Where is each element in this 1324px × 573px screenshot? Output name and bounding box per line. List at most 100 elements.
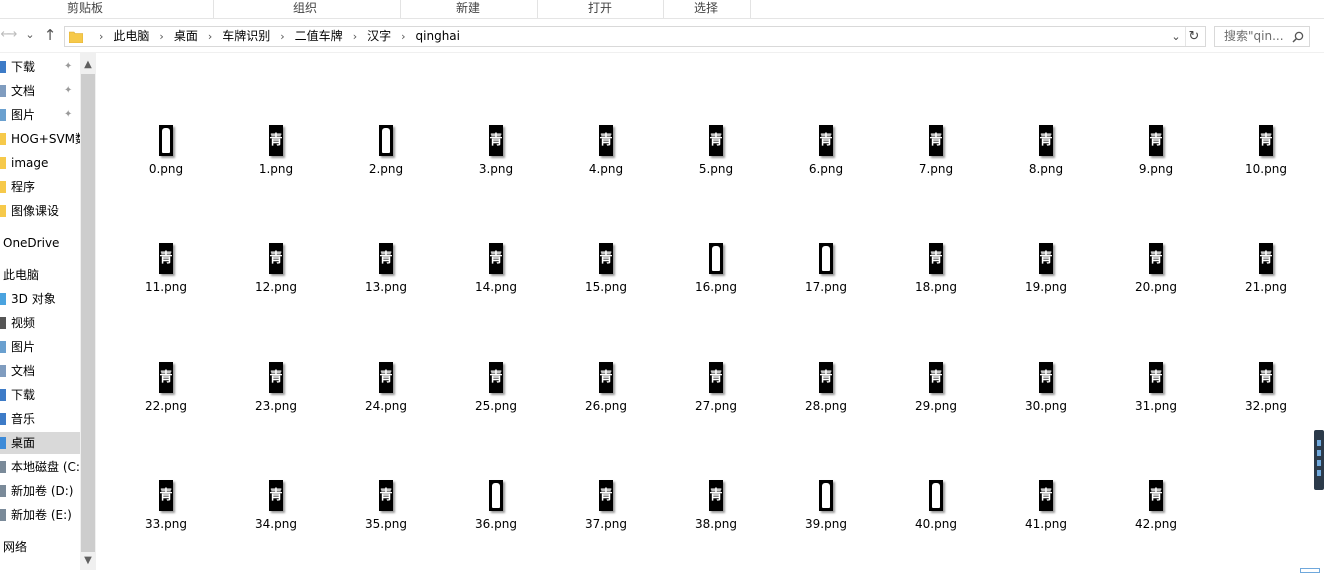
sidebar-item[interactable]: 此电脑	[0, 264, 80, 286]
file-item[interactable]: 青 19.png	[1001, 243, 1091, 303]
sidebar-item[interactable]: 下载	[0, 384, 80, 406]
pin-icon[interactable]: ✦	[64, 56, 72, 78]
file-item[interactable]: 青 26.png	[561, 362, 651, 422]
file-item[interactable]: 青 42.png	[1111, 480, 1201, 540]
sidebar-item[interactable]: HOG+SVM数	[0, 128, 80, 150]
sidebar-item[interactable]: 视频	[0, 312, 80, 334]
sidebar-item[interactable]: 文档 ✦	[0, 80, 80, 102]
image-thumbnail: 青	[489, 362, 503, 393]
file-item[interactable]: 青 31.png	[1111, 362, 1201, 422]
sidebar-item[interactable]: OneDrive	[0, 232, 80, 254]
sidebar-item[interactable]: 音乐	[0, 408, 80, 430]
file-item[interactable]: 青 33.png	[121, 480, 211, 540]
scroll-down-arrow[interactable]: ▼	[80, 553, 96, 569]
breadcrumb-item-plate-recognition[interactable]: 车牌识别	[222, 29, 270, 43]
file-item[interactable]: 青 22.png	[121, 362, 211, 422]
file-item[interactable]: 36.png	[451, 480, 541, 540]
file-item[interactable]: 青 20.png	[1111, 243, 1201, 303]
view-toggle[interactable]	[1300, 568, 1320, 573]
ribbon-divider	[400, 0, 401, 18]
recent-locations-button[interactable]: ⌄	[22, 27, 38, 43]
forward-button[interactable]: →	[4, 27, 20, 43]
search-icon[interactable]	[1292, 27, 1304, 46]
file-item[interactable]: 青 30.png	[1001, 362, 1091, 422]
sidebar-item[interactable]: image	[0, 152, 80, 174]
sidebar-item[interactable]: 程序	[0, 176, 80, 198]
sidebar-item[interactable]: 本地磁盘 (C:	[0, 456, 80, 478]
file-item[interactable]: 青 32.png	[1221, 362, 1311, 422]
sidebar-item[interactable]: 图片	[0, 336, 80, 358]
up-button[interactable]: ↑	[42, 27, 58, 43]
file-item[interactable]: 青 6.png	[781, 125, 871, 185]
sidebar-item[interactable]: 新加卷 (E:)	[0, 504, 80, 526]
pin-icon[interactable]: ✦	[64, 80, 72, 102]
scroll-up-arrow[interactable]: ▲	[80, 57, 96, 73]
breadcrumb-separator[interactable]: ›	[159, 30, 163, 43]
breadcrumb-item-this-pc[interactable]: 此电脑	[113, 29, 149, 43]
breadcrumb-separator[interactable]: ›	[280, 30, 284, 43]
file-item[interactable]: 2.png	[341, 125, 431, 185]
file-item[interactable]: 青 1.png	[231, 125, 321, 185]
sidebar-item[interactable]: 桌面	[0, 432, 80, 454]
file-item[interactable]: 青 23.png	[231, 362, 321, 422]
sidebar-item[interactable]: 新加卷 (D:)	[0, 480, 80, 502]
file-item[interactable]: 青 21.png	[1221, 243, 1311, 303]
file-item[interactable]: 青 10.png	[1221, 125, 1311, 185]
file-item[interactable]: 青 12.png	[231, 243, 321, 303]
file-item[interactable]: 17.png	[781, 243, 871, 303]
ribbon-group-new[interactable]: 新建	[430, 0, 506, 18]
breadcrumb-separator[interactable]: ›	[401, 30, 405, 43]
file-item[interactable]: 青 11.png	[121, 243, 211, 303]
file-item[interactable]: 青 29.png	[891, 362, 981, 422]
file-item[interactable]: 青 24.png	[341, 362, 431, 422]
file-item[interactable]: 青 34.png	[231, 480, 321, 540]
file-item[interactable]: 青 14.png	[451, 243, 541, 303]
file-item[interactable]: 青 27.png	[671, 362, 761, 422]
sidebar-item[interactable]: 图片 ✦	[0, 104, 80, 126]
file-item[interactable]: 青 13.png	[341, 243, 431, 303]
address-history-dropdown[interactable]: ⌄	[1169, 27, 1183, 46]
address-bar[interactable]: › 此电脑 › 桌面 › 车牌识别 › 二值车牌 › 汉字 › qinghai ⌄ ↻	[64, 26, 1206, 47]
sidebar-item[interactable]: 下载 ✦	[0, 56, 80, 78]
file-item[interactable]: 16.png	[671, 243, 761, 303]
file-item[interactable]: 0.png	[121, 125, 211, 185]
file-item[interactable]: 40.png	[891, 480, 981, 540]
ribbon-group-select[interactable]: 选择	[668, 0, 744, 18]
breadcrumb-item-chinese-chars[interactable]: 汉字	[367, 29, 391, 43]
file-item[interactable]: 青 38.png	[671, 480, 761, 540]
ribbon-group-open[interactable]: 打开	[562, 0, 638, 18]
sidebar-item[interactable]: 3D 对象	[0, 288, 80, 310]
file-item[interactable]: 青 28.png	[781, 362, 871, 422]
sidebar-item[interactable]: 网络	[0, 536, 80, 558]
breadcrumb-item-desktop[interactable]: 桌面	[174, 29, 198, 43]
breadcrumb-separator[interactable]: ›	[208, 30, 212, 43]
file-item[interactable]: 青 18.png	[891, 243, 981, 303]
ribbon-group-organize[interactable]: 组织	[250, 0, 360, 18]
sidebar-scrollbar-thumb[interactable]	[81, 74, 95, 552]
file-item[interactable]: 青 35.png	[341, 480, 431, 540]
image-thumbnail: 青	[599, 480, 613, 511]
pin-icon[interactable]: ✦	[64, 104, 72, 126]
breadcrumb-item-binary-plates[interactable]: 二值车牌	[295, 29, 343, 43]
file-item[interactable]: 青 15.png	[561, 243, 651, 303]
sidebar-item-label: 程序	[11, 180, 36, 194]
refresh-button[interactable]: ↻	[1185, 27, 1202, 46]
sidebar-item[interactable]: 图像课设	[0, 200, 80, 222]
breadcrumb-separator[interactable]: ›	[353, 30, 357, 43]
file-item[interactable]: 青 7.png	[891, 125, 981, 185]
file-item[interactable]: 青 5.png	[671, 125, 761, 185]
file-item[interactable]: 青 41.png	[1001, 480, 1091, 540]
sidebar-item[interactable]: 文档	[0, 360, 80, 382]
file-item[interactable]: 青 9.png	[1111, 125, 1201, 185]
file-item[interactable]: 青 4.png	[561, 125, 651, 185]
file-item[interactable]: 青 37.png	[561, 480, 651, 540]
breadcrumb-separator[interactable]: ›	[99, 30, 103, 43]
file-item[interactable]: 青 25.png	[451, 362, 541, 422]
file-item[interactable]: 青 8.png	[1001, 125, 1091, 185]
image-thumbnail: 青	[489, 243, 503, 274]
ribbon-group-clipboard[interactable]: 剪贴板	[30, 0, 140, 18]
file-item[interactable]: 39.png	[781, 480, 871, 540]
breadcrumb-item-qinghai[interactable]: qinghai	[416, 29, 460, 43]
search-box[interactable]: 搜索"qin...	[1214, 26, 1310, 47]
file-item[interactable]: 青 3.png	[451, 125, 541, 185]
